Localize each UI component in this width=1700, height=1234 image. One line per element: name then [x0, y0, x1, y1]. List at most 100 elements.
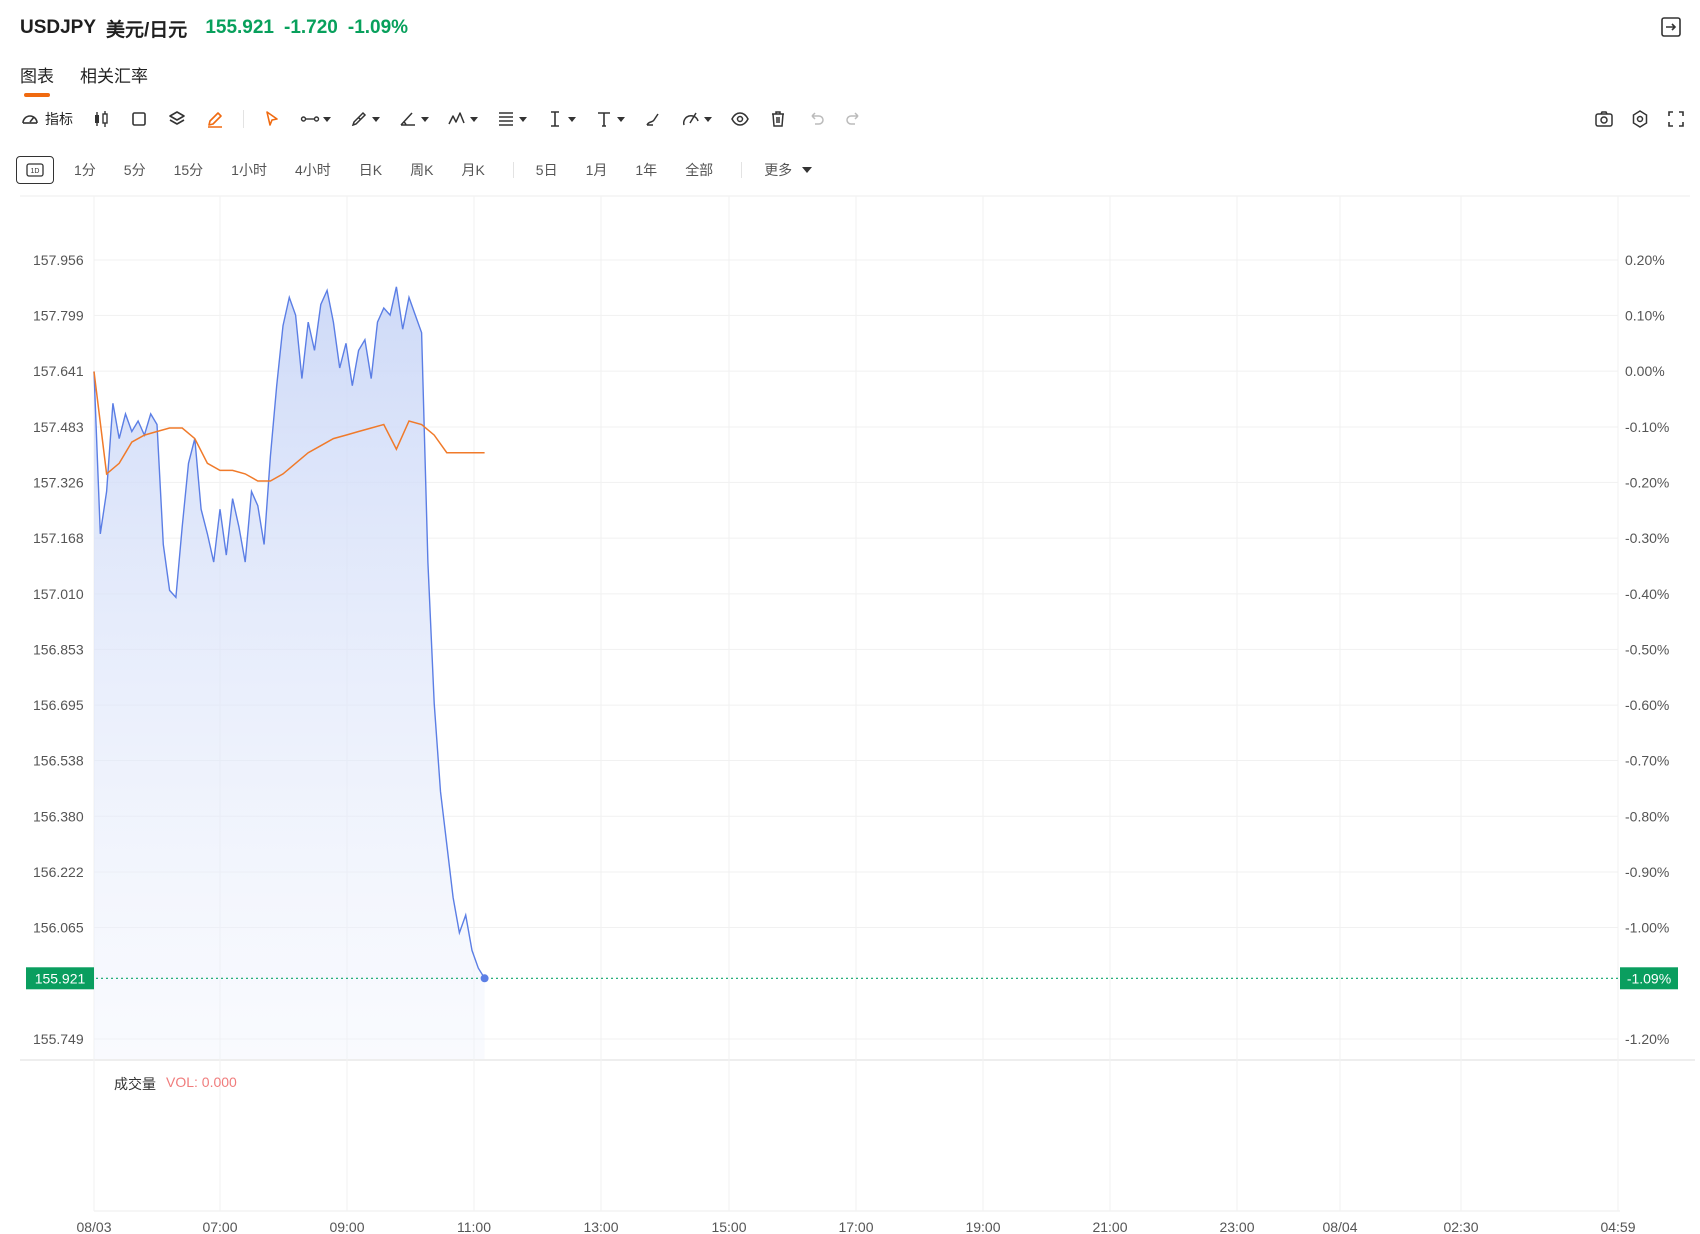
period-weekly[interactable]: 周K	[410, 160, 433, 180]
fib-tool-icon[interactable]	[496, 106, 527, 132]
y-tick-label: 156.380	[33, 808, 84, 824]
text-tool-icon[interactable]	[594, 106, 625, 132]
y-pct-tick-label: -1.00%	[1625, 919, 1669, 935]
last-price: 155.921	[205, 17, 274, 38]
gauge-icon	[22, 115, 38, 124]
period-15min[interactable]: 15分	[174, 160, 204, 180]
x-tick-label: 07:00	[202, 1219, 237, 1234]
pair-name: 美元/日元	[106, 19, 188, 41]
more-periods-dropdown[interactable]: 更多	[764, 160, 813, 180]
last-pct-tag-label: -1.09%	[1627, 970, 1671, 986]
y-tick-label: 157.956	[33, 252, 84, 268]
line-tool-icon[interactable]	[300, 106, 331, 132]
pencil-icon[interactable]	[205, 106, 225, 132]
y-tick-label: 157.641	[33, 363, 84, 379]
x-tick-label: 11:00	[457, 1219, 491, 1234]
period-5min[interactable]: 5分	[124, 160, 146, 180]
period-all[interactable]: 全部	[685, 160, 713, 180]
y-pct-tick-label: 0.20%	[1625, 252, 1665, 268]
y-tick-label: 157.799	[33, 307, 84, 323]
tab-related-rates[interactable]: 相关汇率	[80, 62, 148, 97]
chevron-down-icon	[802, 167, 813, 173]
volume-title: 成交量	[114, 1076, 156, 1092]
x-tick-label: 15:00	[711, 1219, 746, 1234]
y-pct-tick-label: 0.10%	[1625, 307, 1665, 323]
period-1min[interactable]: 1分	[74, 160, 96, 180]
y-pct-tick-label: -0.20%	[1625, 474, 1669, 490]
camera-icon[interactable]	[1594, 106, 1614, 132]
x-tick-label: 19:00	[965, 1219, 1000, 1234]
period-divider	[512, 162, 514, 178]
svg-text:1D: 1D	[31, 168, 40, 175]
period-daily[interactable]: 日K	[359, 160, 382, 180]
y-tick-label: 156.065	[33, 919, 84, 935]
x-tick-label: 13:00	[583, 1219, 618, 1234]
period-1h[interactable]: 1小时	[231, 160, 267, 180]
y-tick-label: 157.010	[33, 586, 84, 602]
y-pct-tick-label: -0.70%	[1625, 753, 1669, 769]
x-tick-label: 17:00	[838, 1219, 873, 1234]
chevron-down-icon	[470, 116, 478, 122]
view-toolbar	[1594, 106, 1686, 132]
last-price-tag-label: 155.921	[35, 970, 86, 986]
chevron-down-icon	[323, 116, 331, 122]
symbol-code: USDJPY	[20, 17, 97, 38]
x-tick-label: 08/03	[76, 1219, 111, 1234]
eye-icon[interactable]	[730, 106, 750, 132]
period-1d-button[interactable]: 1D	[16, 156, 54, 184]
indicator-button[interactable]: 指标	[20, 106, 73, 132]
chevron-down-icon	[568, 116, 576, 122]
chevron-down-icon	[519, 116, 527, 122]
wave-tool-icon[interactable]	[447, 106, 478, 132]
period-4h[interactable]: 4小时	[295, 160, 331, 180]
period-5d[interactable]: 5日	[536, 160, 558, 180]
x-tick-label: 21:00	[1092, 1219, 1127, 1234]
period-1m[interactable]: 1月	[586, 160, 608, 180]
chevron-down-icon	[617, 116, 625, 122]
settings-icon[interactable]	[1630, 106, 1650, 132]
layers-icon[interactable]	[167, 106, 187, 132]
y-pct-tick-label: -0.50%	[1625, 641, 1669, 657]
drawing-toolbar: 指标	[20, 106, 882, 132]
pen-tool-icon[interactable]	[349, 106, 380, 132]
period-selector: 1D 1分 5分 15分 1小时 4小时 日K 周K 月K 5日 1月 1年 全…	[16, 155, 813, 185]
y-pct-tick-label: -0.40%	[1625, 586, 1669, 602]
price-change: -1.720	[284, 17, 338, 38]
candlestick-icon[interactable]	[91, 106, 111, 132]
y-pct-tick-label: -0.60%	[1625, 697, 1669, 713]
y-pct-tick-label: -1.20%	[1625, 1031, 1669, 1047]
y-pct-tick-label: -0.90%	[1625, 864, 1669, 880]
popout-icon[interactable]	[1660, 16, 1682, 38]
cursor-icon[interactable]	[262, 106, 282, 132]
period-1y[interactable]: 1年	[635, 160, 657, 180]
quote-header: USDJPY 美元/日元 155.921 -1.720 -1.09%	[20, 14, 408, 42]
more-label: 更多	[764, 162, 793, 178]
volume-value: VOL: 0.000	[166, 1074, 237, 1090]
tab-chart[interactable]: 图表	[20, 62, 54, 97]
toolbar-divider	[243, 110, 244, 128]
measure-tool-icon[interactable]	[545, 106, 576, 132]
angle-tool-icon[interactable]	[398, 106, 429, 132]
square-icon[interactable]	[129, 106, 149, 132]
indicator-label: 指标	[45, 111, 73, 127]
trash-icon[interactable]	[768, 106, 788, 132]
y-pct-tick-label: -0.10%	[1625, 419, 1669, 435]
period-monthly[interactable]: 月K	[461, 160, 484, 180]
chevron-down-icon	[704, 116, 712, 122]
brush-tool-icon[interactable]	[643, 106, 663, 132]
undo-icon[interactable]	[806, 106, 826, 132]
chevron-down-icon	[372, 116, 380, 122]
period-divider	[741, 162, 743, 178]
shape-tool-icon[interactable]	[681, 106, 712, 132]
price-area-fill	[94, 286, 485, 1059]
volume-legend: 成交量 VOL: 0.000	[114, 1074, 237, 1094]
x-tick-label: 08/04	[1322, 1219, 1357, 1234]
price-chart[interactable]: 157.956 0.20% 157.799 0.10% 157.641 0.00% 157.…	[0, 195, 1700, 1234]
last-price-dot	[480, 974, 489, 983]
fullscreen-icon[interactable]	[1666, 106, 1686, 132]
y-pct-tick-label: 0.00%	[1625, 363, 1665, 379]
y-pct-tick-label: -0.30%	[1625, 530, 1669, 546]
redo-icon[interactable]	[844, 106, 864, 132]
y-tick-label: 156.222	[33, 864, 84, 880]
x-tick-label: 02:30	[1443, 1219, 1478, 1234]
